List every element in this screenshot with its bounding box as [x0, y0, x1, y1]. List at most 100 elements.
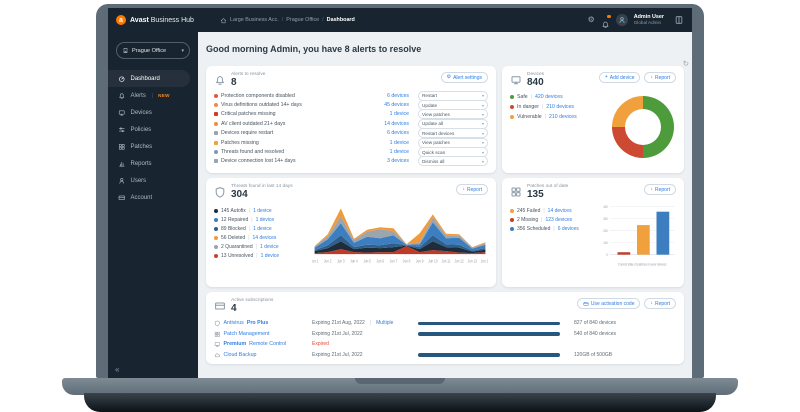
add-device-button[interactable]: + Add device: [598, 72, 641, 83]
sidebar-item-devices[interactable]: Devices: [108, 104, 190, 121]
patches-report-button[interactable]: ↓ Report: [644, 184, 676, 195]
legend-dot: [510, 217, 514, 222]
legend-devices-link[interactable]: 1 device: [261, 253, 280, 259]
topbar-actions: ⚙ Admin User Global Admin: [588, 14, 684, 28]
devices-report-button[interactable]: ↓ Report: [644, 72, 676, 83]
chevron-down-icon: ▾: [481, 111, 484, 117]
legend-devices-link[interactable]: 210 devices: [546, 104, 574, 110]
legend-devices-link[interactable]: 14 devices: [548, 208, 572, 214]
use-activation-code-button[interactable]: Use activation code: [576, 298, 641, 309]
legend-label: In danger: [517, 104, 539, 110]
legend-devices-link[interactable]: 1 device: [253, 226, 272, 232]
sidebar-item-account[interactable]: Account: [108, 189, 190, 206]
name-segment: Remote Control: [249, 341, 287, 348]
alert-devices-link[interactable]: 14 devices: [384, 121, 409, 127]
chevron-down-icon: ▾: [481, 140, 484, 146]
subscription-bar-cell: [418, 353, 560, 357]
alert-devices-link[interactable]: 6 devices: [387, 130, 409, 136]
sidebar-item-label: Devices: [130, 109, 152, 116]
x-axis-label: Jun 14: [481, 259, 488, 264]
subscriptions-report-button[interactable]: ↓ Report: [644, 298, 676, 309]
alert-devices-link[interactable]: 3 devices: [387, 158, 409, 164]
multiple-link[interactable]: Multiple: [376, 320, 393, 326]
subscription-name-link[interactable]: Cloud Backup: [214, 352, 312, 359]
alert-action-value: View patches: [422, 140, 450, 146]
devices-card: Devices 840 + Add device ↓ Report Safe | 420…: [502, 66, 684, 173]
legend-label: 356 Scheduled: [517, 225, 551, 232]
sidebar-collapse-button[interactable]: «: [115, 365, 119, 374]
alert-row: Virus definitions outdated 14+ days 45 de…: [214, 100, 488, 111]
sidebar-item-users[interactable]: Users: [108, 172, 190, 189]
bar-failed: [637, 225, 650, 255]
breadcrumb-item-large-business-acc-[interactable]: Large Business Acc.: [230, 17, 279, 23]
refresh-icon[interactable]: ↻: [683, 59, 689, 68]
sidebar-item-reports[interactable]: Reports: [108, 155, 190, 172]
name-segment: Pro Plus: [246, 320, 269, 327]
legend-devices-link[interactable]: 1 device: [256, 217, 275, 223]
alert-action-select[interactable]: Dismiss all ▾: [418, 156, 488, 167]
alert-action-select[interactable]: Restart devices ▾: [418, 128, 488, 139]
threats-card: Threats found in last 14 days 304 ↓ Repor…: [206, 178, 496, 287]
legend-devices-link[interactable]: 14 devices: [253, 235, 277, 241]
gear-icon[interactable]: ⚙: [588, 16, 595, 24]
patches-count: 135: [527, 189, 544, 200]
subscription-name-link[interactable]: Antivirus Pro Plus: [214, 320, 312, 327]
subscription-name-link[interactable]: Patch Management: [214, 331, 312, 338]
alerts-card: Alerts to resolve 8 ⚙ Alert settings Prot…: [206, 66, 496, 173]
chevron-down-icon: ▾: [481, 130, 484, 136]
legend-label: 89 Blocked: [221, 225, 246, 232]
legend-devices-link[interactable]: 1 device: [260, 244, 279, 250]
alert-devices-link[interactable]: 1 device: [390, 149, 409, 155]
legend-label: 12 Repaired: [221, 216, 249, 223]
legend-separator: |: [256, 252, 258, 259]
subscription-row: Cloud Backup Expiring 21st Jul, 2022 120GB…: [214, 350, 676, 361]
sidebar-item-dashboard[interactable]: Dashboard: [108, 70, 190, 87]
legend-dot: [510, 208, 514, 213]
alert-devices-link[interactable]: 45 devices: [384, 102, 409, 108]
legend-devices-link[interactable]: 210 devices: [549, 114, 577, 120]
alert-label: Threats found and resolved: [221, 149, 285, 156]
org-selector-dropdown[interactable]: Prague Office ▾: [116, 42, 190, 59]
legend-devices-link[interactable]: 420 devices: [535, 94, 563, 100]
alert-action-select[interactable]: View patches ▾: [418, 109, 488, 120]
notifications-bell-icon[interactable]: [601, 14, 611, 28]
user-icon: [118, 177, 126, 185]
breadcrumb-item-dashboard[interactable]: Dashboard: [327, 17, 355, 23]
user-menu[interactable]: Admin User Global Admin: [634, 14, 664, 25]
workspace-icon[interactable]: [674, 15, 684, 25]
sidebar-item-policies[interactable]: Policies: [108, 121, 190, 138]
sidebar-item-label: Account: [130, 194, 153, 201]
bell-icon: [214, 74, 226, 86]
alert-row: Patches missing 1 device View patches ▾: [214, 137, 488, 148]
alert-devices-link[interactable]: 1 device: [390, 140, 409, 146]
legend-dot: [214, 253, 218, 258]
subscription-row: Premium Remote Control Expired: [214, 339, 676, 350]
gauge-icon: [118, 75, 126, 83]
avatar[interactable]: [615, 14, 628, 26]
name-segment: Cloud Backup: [223, 351, 257, 358]
y-axis-tick: 400: [603, 204, 608, 209]
subscription-usage-bar: [418, 332, 560, 336]
alert-devices-link[interactable]: 6 devices: [387, 93, 409, 99]
org-selector-label: Prague Office: [132, 47, 167, 54]
plus-icon: +: [604, 74, 608, 80]
legend-devices-link[interactable]: 123 devices: [545, 217, 572, 223]
breadcrumb-item-prague-office[interactable]: Prague Office: [286, 17, 319, 23]
legend-devices-link[interactable]: 1 device: [253, 208, 272, 214]
building-icon: [122, 47, 129, 54]
sidebar-item-patches[interactable]: Patches: [108, 138, 190, 155]
threats-report-button[interactable]: ↓ Report: [456, 184, 488, 195]
laptop-screen: a Avast Business Hub Large Business Acc.…: [96, 4, 704, 378]
subscription-name-link[interactable]: Premium Remote Control: [214, 341, 312, 348]
expiry-text: Expired: [312, 341, 329, 348]
sidebar-item-label: Policies: [130, 126, 152, 133]
devices-count: 840: [527, 77, 544, 88]
alert-devices-link[interactable]: 1 device: [390, 111, 409, 117]
expiry-text: Expiring 21st Aug, 2022: [312, 320, 365, 327]
chevron-down-icon: ▾: [481, 102, 484, 108]
subscription-usage-text: 120GB of 500GB: [574, 351, 613, 358]
sidebar-item-alerts[interactable]: Alerts | NEW: [108, 87, 190, 104]
alert-settings-button[interactable]: ⚙ Alert settings: [440, 72, 488, 83]
legend-devices-link[interactable]: 6 devices: [558, 226, 579, 232]
page-greeting: Good morning Admin, you have 8 alerts to…: [206, 44, 422, 54]
